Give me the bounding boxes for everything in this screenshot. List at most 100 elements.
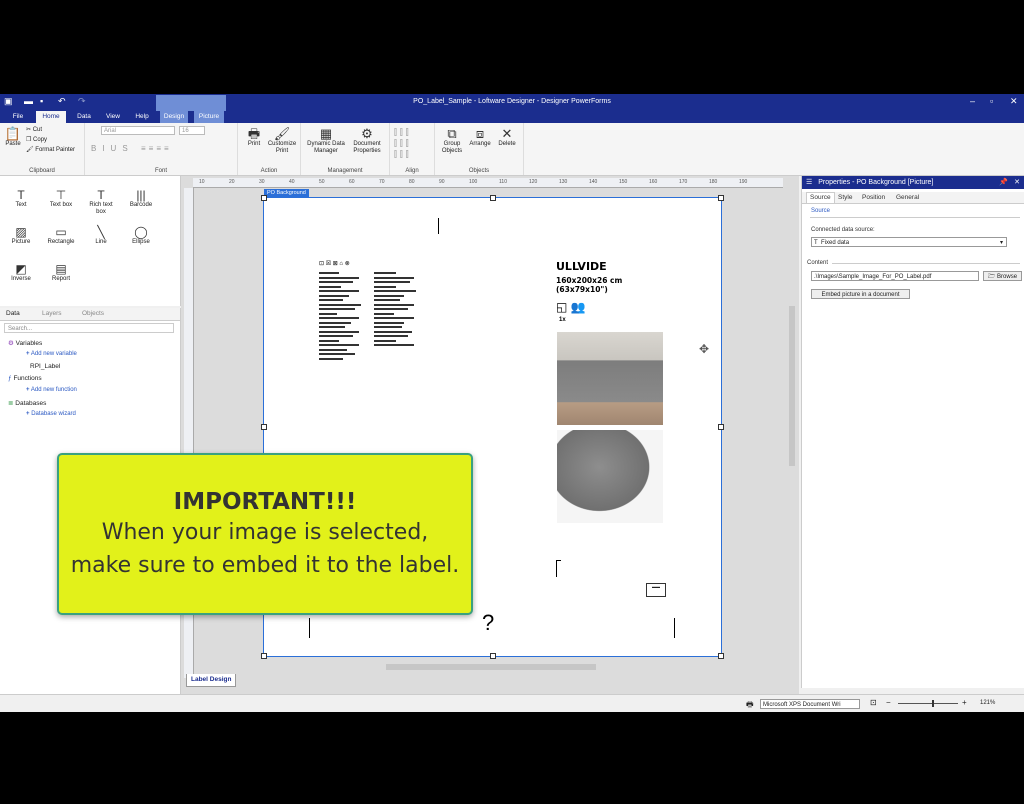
tool-barcode[interactable]: ||| Barcode — [124, 188, 158, 209]
properties-tabs: Source Style Position General — [802, 192, 1024, 204]
database-wizard-link[interactable]: + Database wizard — [26, 411, 76, 417]
tab-data[interactable]: Data — [72, 111, 96, 123]
tool-ellipse[interactable]: ◯ Ellipse — [124, 225, 158, 246]
ruler-tick-label: 90 — [439, 179, 445, 185]
tool-line[interactable]: ╲ Line — [84, 225, 118, 246]
tool-text[interactable]: T Text — [4, 188, 38, 209]
resize-handle[interactable] — [490, 195, 496, 201]
question-mark-text: ? — [482, 610, 495, 635]
zoom-slider-thumb[interactable] — [932, 700, 934, 707]
content-label: Content — [807, 260, 829, 266]
resize-handle[interactable] — [718, 195, 724, 201]
embed-picture-button[interactable]: Embed picture in a document — [811, 289, 910, 299]
document-properties-button[interactable]: ⚙ Document Properties — [349, 127, 385, 155]
tab-home[interactable]: Home — [36, 111, 66, 123]
rpi-label-text: RPI_Label — [30, 363, 61, 370]
vertical-scrollbar[interactable] — [789, 306, 795, 466]
align-group-label: Align — [405, 168, 419, 174]
customize-print-button[interactable]: 🖌 Customize Print — [266, 127, 298, 155]
tab-help[interactable]: Help — [130, 111, 154, 123]
tool-report-label: Report — [51, 276, 70, 282]
tab-style[interactable]: Style — [838, 194, 852, 201]
arrange-icon: ⧈ — [475, 126, 485, 141]
tool-rectangle[interactable]: ▭ Rectangle — [44, 225, 78, 246]
care-instructions-block — [319, 272, 363, 362]
horizontal-scrollbar[interactable] — [386, 664, 596, 670]
zoom-in-icon[interactable]: + — [962, 698, 967, 707]
design-canvas[interactable]: 10 20 30 40 50 60 70 80 90 100 110 120 130 140 150 160 1… — [181, 176, 799, 706]
action-group: 🖶 Print 🖌 Customize Print Action — [238, 123, 301, 175]
zoom-out-icon[interactable]: − — [886, 698, 891, 707]
tab-source[interactable]: Source — [806, 192, 835, 203]
window-title: PO_Label_Sample - Loftware Designer - De… — [413, 98, 611, 105]
paste-button[interactable]: 📋 Paste — [3, 127, 23, 148]
zoom-slider[interactable] — [898, 703, 958, 704]
resize-handle[interactable] — [261, 424, 267, 430]
menu-icon[interactable]: ☰ — [806, 179, 812, 186]
resize-handle[interactable] — [261, 653, 267, 659]
tab-general[interactable]: General — [896, 194, 919, 201]
tab-picture[interactable]: Picture — [194, 111, 224, 123]
tab-position[interactable]: Position — [862, 194, 885, 201]
resize-handle[interactable] — [490, 653, 496, 659]
dynamic-data-manager-button[interactable]: ▦ Dynamic Data Manager — [305, 127, 347, 155]
browse-button[interactable]: 🗁 Browse — [983, 271, 1022, 281]
properties-title: Properties - PO Background [Picture] — [818, 179, 934, 186]
maximize-icon[interactable]: ▫ — [990, 96, 993, 106]
printer-select[interactable]: Microsoft XPS Document Wri — [760, 699, 860, 709]
variable-rpi-label[interactable]: RPI_Label — [30, 363, 60, 370]
tab-objects[interactable]: Objects — [82, 310, 104, 317]
selection-tag: PO Background — [264, 189, 309, 197]
tab-file[interactable]: File — [6, 111, 30, 123]
plus-icon: + — [26, 351, 30, 357]
group-objects-button[interactable]: ⧉ Group Objects — [439, 127, 465, 155]
management-group-label: Management — [327, 168, 363, 174]
print-button[interactable]: 🖶 Print — [242, 127, 266, 148]
pin-icon[interactable]: 📌 — [999, 176, 1008, 189]
tool-text-box[interactable]: ⊤ Text box — [44, 188, 78, 209]
tab-data-panel[interactable]: Data — [6, 310, 20, 317]
resize-handle[interactable] — [261, 195, 267, 201]
close-icon[interactable]: ✕ — [1010, 96, 1018, 107]
delete-button[interactable]: ✕ Delete — [495, 127, 519, 148]
minimize-icon[interactable]: – — [970, 96, 975, 106]
picture-icon: ▨ — [15, 225, 27, 239]
tree-databases[interactable]: ≣ Databases — [8, 399, 46, 407]
tool-inverse[interactable]: ◩ Inverse — [4, 262, 38, 283]
content-path-input[interactable]: .\Images\Sample_Image_For_PO_Label.pdf — [811, 271, 979, 281]
tab-view[interactable]: View — [100, 111, 126, 123]
tab-layers[interactable]: Layers — [42, 310, 62, 317]
variables-label: Variables — [15, 340, 43, 347]
ruler-tick-label: 110 — [499, 179, 507, 185]
tool-report[interactable]: ▤ Report — [44, 262, 78, 283]
zoom-level: 121% — [980, 700, 996, 706]
objects-group-label: Objects — [468, 168, 490, 174]
tool-picture[interactable]: ▨ Picture — [4, 225, 38, 246]
font-name-combo[interactable]: Arial — [101, 126, 175, 135]
add-variable-link[interactable]: + Add new variable — [26, 351, 77, 357]
tab-design[interactable]: Design — [160, 111, 188, 123]
format-painter-button[interactable]: 🖌 Format Painter — [26, 146, 75, 153]
resize-handle[interactable] — [718, 424, 724, 430]
connected-source-select[interactable]: T Fixed data ▾ — [811, 237, 1007, 247]
tool-rich-text-box[interactable]: T Rich text box — [84, 188, 118, 216]
add-function-link[interactable]: + Add new function — [26, 387, 77, 393]
ruler-tick-label: 70 — [379, 179, 385, 185]
data-panel-tabs: Data Layers Objects — [0, 308, 180, 321]
inverse-icon: ◩ — [15, 262, 27, 276]
fit-icon[interactable]: ⊡ — [870, 698, 877, 707]
delete-icon: ✕ — [501, 126, 513, 141]
tree-variables[interactable]: ⚙ Variables — [8, 339, 42, 347]
copy-button[interactable]: ❐ Copy — [26, 136, 47, 143]
font-size-combo[interactable]: 16 — [179, 126, 205, 135]
align-icons[interactable]: ⫿⫿⫿ ⫿⫿⫿ ⫿⫿⫿ — [394, 127, 412, 160]
arrange-button[interactable]: ⧈ Arrange — [467, 127, 493, 148]
cut-button[interactable]: ✂ Cut — [26, 126, 42, 133]
ruler-tick-label: 180 — [709, 179, 718, 185]
tree-functions[interactable]: ƒ Functions — [8, 375, 42, 382]
label-design-tab[interactable]: Label Design — [186, 674, 237, 687]
data-search-input[interactable]: Search... — [4, 323, 174, 333]
databases-label: Databases — [15, 400, 47, 407]
close-icon[interactable]: ✕ — [1014, 176, 1020, 189]
resize-handle[interactable] — [718, 653, 724, 659]
